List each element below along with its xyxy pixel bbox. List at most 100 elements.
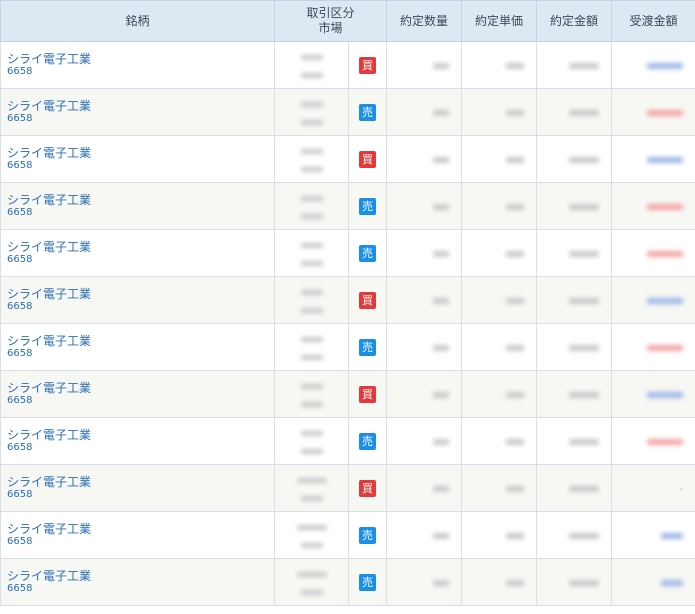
redacted-value [300,449,323,454]
redacted-value [300,243,323,248]
stock-code: 6658 [7,160,33,171]
stock-name-link[interactable]: シライ電子工業 [7,381,274,395]
redacted-value [506,392,525,398]
amount-cell [536,464,613,512]
stock-name-link[interactable]: シライ電子工業 [7,52,274,66]
stock-name-link[interactable]: シライ電子工業 [7,334,274,348]
redacted-value [433,345,450,351]
redacted-value [433,110,450,116]
qty-cell [386,276,463,324]
stock-name-link[interactable]: シライ電子工業 [7,99,274,113]
stock-cell: シライ電子工業 6658 [0,417,275,465]
redacted-value [300,120,323,125]
redacted-value [569,251,600,257]
side-badge: 買 [359,385,376,403]
unit-price-cell [461,511,538,559]
market-cell [274,417,349,465]
side-cell: 買 [347,276,388,324]
redacted-value [300,402,323,407]
settlement-empty: - [679,482,684,495]
redacted-value [506,486,525,492]
qty-cell [386,464,463,512]
unit-price-cell [461,229,538,277]
redacted-value [506,157,525,163]
side-badge: 売 [359,244,376,262]
side-cell: 売 [347,417,388,465]
redacted-value [300,149,323,154]
redacted-value [569,533,600,539]
redacted-value [433,439,450,445]
stock-name-link[interactable]: シライ電子工業 [7,146,274,160]
table-row: シライ電子工業 6658 買 [0,41,695,89]
unit-price-cell [461,135,538,183]
unit-price-cell [461,558,538,606]
stock-cell: シライ電子工業 6658 [0,135,275,183]
stock-name-link[interactable]: シライ電子工業 [7,522,274,536]
stock-cell: シライ電子工業 6658 [0,558,275,606]
side-cell: 売 [347,323,388,371]
table-row: シライ電子工業 6658 売 [0,88,695,136]
redacted-value [647,298,684,304]
redacted-value [569,157,600,163]
amount-cell [536,511,613,559]
redacted-value [433,63,450,69]
settlement-cell [611,135,695,183]
stock-cell: シライ電子工業 6658 [0,370,275,418]
unit-price-cell [461,370,538,418]
market-cell [274,88,349,136]
header-market-label: 市場 [318,21,343,35]
market-cell [274,370,349,418]
stock-name-link[interactable]: シライ電子工業 [7,569,274,583]
stock-code: 6658 [7,442,33,453]
table-row: シライ電子工業 6658 売 [0,558,695,606]
amount-cell [536,88,613,136]
redacted-value [300,590,323,595]
redacted-value [433,533,450,539]
stock-code: 6658 [7,113,33,124]
unit-price-cell [461,276,538,324]
side-badge: 買 [359,479,376,497]
redacted-value [300,355,323,360]
qty-cell [386,135,463,183]
stock-name-link[interactable]: シライ電子工業 [7,287,274,301]
redacted-value [569,580,600,586]
table-row: シライ電子工業 6658 買 [0,370,695,418]
redacted-value [647,110,684,116]
execution-history-table: 銘柄 取引区分 市場 約定数量 約定単価 約定金額 受渡金額 シライ電子工業 6… [0,0,695,606]
redacted-value [300,337,323,342]
amount-cell [536,370,613,418]
redacted-value [647,251,684,257]
stock-name-link[interactable]: シライ電子工業 [7,475,274,489]
amount-cell [536,135,613,183]
settlement-cell [611,511,695,559]
side-cell: 売 [347,511,388,559]
unit-price-cell [461,417,538,465]
settlement-cell: - [611,464,695,512]
header-trade-type-label: 取引区分 [306,6,355,20]
redacted-value [569,110,600,116]
table-row: シライ電子工業 6658 買 [0,276,695,324]
qty-cell [386,229,463,277]
redacted-value [569,345,600,351]
header-stock: 銘柄 [0,0,275,42]
stock-cell: シライ電子工業 6658 [0,88,275,136]
market-cell [274,464,349,512]
stock-name-link[interactable]: シライ電子工業 [7,193,274,207]
redacted-value [569,204,600,210]
side-badge: 買 [359,291,376,309]
stock-name-link[interactable]: シライ電子工業 [7,240,274,254]
redacted-value [433,298,450,304]
stock-code: 6658 [7,207,33,218]
market-cell [274,41,349,89]
redacted-value [506,63,525,69]
market-cell [274,276,349,324]
qty-cell [386,558,463,606]
stock-name-link[interactable]: シライ電子工業 [7,428,274,442]
stock-code: 6658 [7,536,33,547]
redacted-value [300,384,323,389]
stock-cell: シライ電子工業 6658 [0,511,275,559]
side-cell: 売 [347,182,388,230]
redacted-value [569,63,600,69]
redacted-value [300,196,323,201]
redacted-value [647,157,684,163]
